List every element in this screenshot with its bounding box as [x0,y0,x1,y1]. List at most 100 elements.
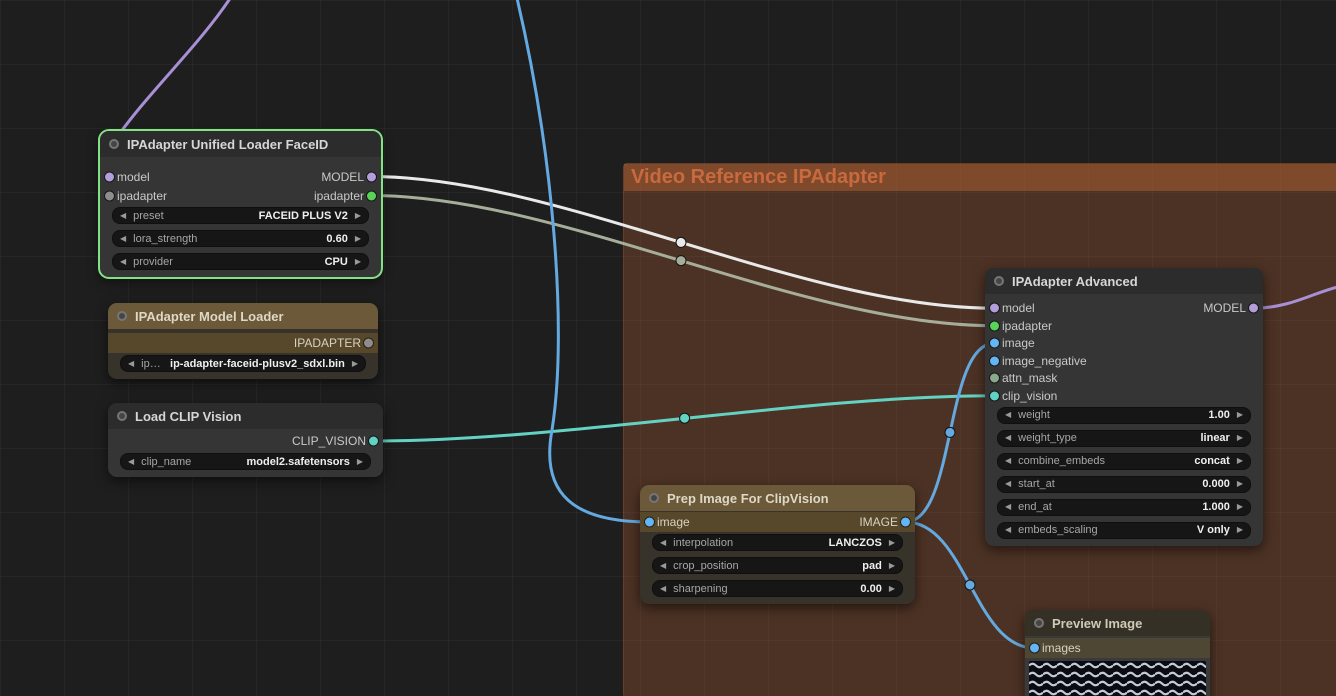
input-slot-image-dot[interactable] [990,338,999,348]
widget-decrease-icon[interactable]: ◀ [660,584,666,593]
widget-increase-icon[interactable]: ▶ [1237,457,1243,465]
widget-end-at[interactable]: ◀ end_at 1.000 ▶ [997,498,1251,516]
input-label: ipadapter [117,188,168,203]
node-title: Prep Image For ClipVision [667,490,829,506]
widget-increase-icon[interactable]: ▶ [1237,411,1243,419]
widget-decrease-icon[interactable]: ◀ [1005,411,1011,419]
widget-decrease-icon[interactable]: ◀ [120,211,126,220]
widget-increase-icon[interactable]: ▶ [355,211,361,220]
widget-combine-embeds[interactable]: ◀ combine_embeds concat ▶ [997,452,1251,470]
node-title-bar[interactable]: IPAdapter Model Loader [108,303,378,329]
collapse-dot-icon[interactable] [1034,618,1044,628]
node-preview-image[interactable]: Preview Image images [1025,610,1210,696]
widget-increase-icon[interactable]: ▶ [357,457,363,466]
node-load-clip-vision[interactable]: Load CLIP Vision CLIP_VISION ◀ clip_name… [108,403,383,477]
widget-crop-position[interactable]: ◀ crop_position pad ▶ [652,557,903,574]
node-title-bar[interactable]: Prep Image For ClipVision [640,485,915,511]
widget-decrease-icon[interactable]: ◀ [128,359,134,368]
widget-decrease-icon[interactable]: ◀ [660,561,666,570]
widget-lora-strength[interactable]: ◀ lora_strength 0.60 ▶ [112,230,369,247]
node-prep-image-for-clipvision[interactable]: Prep Image For ClipVision image IMAGE ◀ … [640,485,915,604]
widget-decrease-icon[interactable]: ◀ [1005,434,1011,442]
widget-provider[interactable]: ◀ provider CPU ▶ [112,253,369,270]
widget-start-at[interactable]: ◀ start_at 0.000 ▶ [997,475,1251,493]
output-slot-model-dot[interactable] [1249,303,1258,313]
widget-decrease-icon[interactable]: ◀ [1005,480,1011,488]
slot-row: attn_mask [985,370,1263,388]
input-label: model [1002,301,1035,316]
node-ipadapter-model-loader[interactable]: IPAdapter Model Loader IPADAPTER ◀ ipada… [108,303,378,379]
input-slot-image-dot[interactable] [645,517,654,527]
widget-embeds-scaling[interactable]: ◀ embeds_scaling V only ▶ [997,521,1251,539]
input-slot-model-dot[interactable] [105,172,114,181]
input-label: image [657,515,690,529]
node-title-bar[interactable]: Preview Image [1025,610,1210,636]
widget-value: ip-adapter-faceid-plusv2_sdxl.bin [170,357,345,370]
widget-increase-icon[interactable]: ▶ [889,538,895,547]
node-title-bar[interactable]: IPAdapter Unified Loader FaceID [100,131,381,157]
widget-increase-icon[interactable]: ▶ [352,359,358,368]
output-slot-clip-vision-dot[interactable] [369,436,378,446]
slot-row: clip_vision [985,387,1263,405]
node-title: Preview Image [1052,615,1143,631]
widget-decrease-icon[interactable]: ◀ [1005,457,1011,465]
widget-decrease-icon[interactable]: ◀ [120,234,126,243]
node-ipadapter-unified-loader-faceid[interactable]: IPAdapter Unified Loader FaceID model MO… [100,131,381,277]
widget-clip-name[interactable]: ◀ clip_name model2.safetensors ▶ [120,453,371,470]
slot-row: IPADAPTER [108,333,378,353]
output-slot-ipadapter-dot[interactable] [364,338,373,348]
widget-value: concat [1194,455,1230,467]
collapse-dot-icon[interactable] [109,139,119,149]
node-ipadapter-advanced[interactable]: IPAdapter Advanced model MODEL ipadapter… [985,268,1263,546]
widget-weight-type[interactable]: ◀ weight_type linear ▶ [997,429,1251,447]
widget-label: combine_embeds [1018,455,1105,467]
widget-value: 1.00 [1208,409,1230,421]
widget-increase-icon[interactable]: ▶ [1237,434,1243,442]
widget-increase-icon[interactable]: ▶ [1237,503,1243,511]
node-title-bar[interactable]: IPAdapter Advanced [985,268,1263,294]
widget-increase-icon[interactable]: ▶ [889,561,895,570]
widget-increase-icon[interactable]: ▶ [889,584,895,593]
input-slot-image-negative-dot[interactable] [990,356,999,366]
widget-decrease-icon[interactable]: ◀ [660,538,666,547]
collapse-dot-icon[interactable] [649,493,659,503]
output-slot-ipadapter-dot[interactable] [367,191,376,200]
input-slot-ipadapter-dot[interactable] [105,191,114,200]
output-slot-model-dot[interactable] [367,172,376,181]
widget-weight[interactable]: ◀ weight 1.00 ▶ [997,406,1251,424]
input-slot-ipadapter-dot[interactable] [990,321,999,331]
widget-decrease-icon[interactable]: ◀ [128,457,134,466]
widget-value: 0.00 [860,582,882,595]
widget-increase-icon[interactable]: ▶ [355,234,361,243]
widget-decrease-icon[interactable]: ◀ [1005,503,1011,511]
slot-row: images [1025,638,1210,658]
widget-ipadapter-file[interactable]: ◀ ipadapter_file ip-adapter-faceid-plusv… [120,355,366,372]
input-label: image_negative [1002,353,1087,368]
widget-value: 0.60 [326,232,348,245]
widget-increase-icon[interactable]: ▶ [355,257,361,266]
output-slot-image-dot[interactable] [901,517,910,527]
input-slot-attn-mask-dot[interactable] [990,373,999,383]
widget-label: start_at [1018,478,1055,490]
collapse-dot-icon[interactable] [117,311,127,321]
widget-interpolation[interactable]: ◀ interpolation LANCZOS ▶ [652,534,903,551]
node-title-bar[interactable]: Load CLIP Vision [108,403,383,429]
input-slot-images-dot[interactable] [1030,643,1039,653]
input-slot-clip-vision-dot[interactable] [990,391,999,401]
widget-preset[interactable]: ◀ preset FACEID PLUS V2 ▶ [112,207,369,224]
input-slot-model-dot[interactable] [990,303,999,313]
input-label: ipadapter [1002,318,1053,333]
collapse-dot-icon[interactable] [117,411,127,421]
graph-canvas[interactable]: Video Reference IPAdapter IPAdapter Unif… [0,0,1336,696]
slot-row: model MODEL [985,300,1263,318]
output-label: IPADAPTER [293,336,361,350]
widget-sharpening[interactable]: ◀ sharpening 0.00 ▶ [652,580,903,597]
widget-decrease-icon[interactable]: ◀ [1005,526,1011,534]
widget-increase-icon[interactable]: ▶ [1237,480,1243,488]
widget-value: pad [862,559,882,572]
group-header[interactable]: Video Reference IPAdapter [624,164,1336,191]
widget-decrease-icon[interactable]: ◀ [120,257,126,266]
widget-increase-icon[interactable]: ▶ [1237,526,1243,534]
slot-row: CLIP_VISION [108,431,383,451]
collapse-dot-icon[interactable] [994,276,1004,286]
